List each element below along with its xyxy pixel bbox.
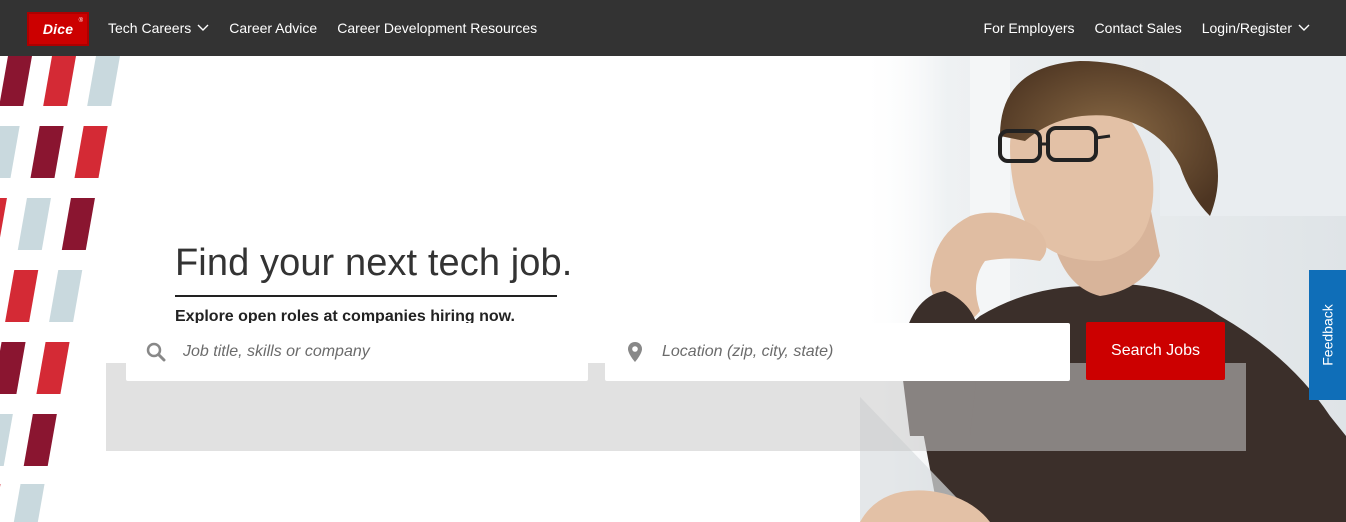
primary-nav: Tech Careers Career Advice Career Develo… [108, 0, 557, 56]
location-search-field[interactable] [605, 323, 1070, 381]
nav-login-register-label: Login/Register [1201, 20, 1292, 36]
hero-headline: Find your next tech job. [175, 242, 573, 284]
hero: Find your next tech job. Explore open ro… [0, 56, 1346, 522]
nav-career-development-resources[interactable]: Career Development Resources [337, 20, 537, 36]
nav-career-development-label: Career Development Resources [337, 20, 538, 36]
job-title-input[interactable] [183, 337, 563, 367]
job-search-field[interactable] [126, 323, 588, 381]
secondary-nav: For Employers Contact Sales Login/Regist… [964, 0, 1310, 56]
feedback-tab[interactable]: Feedback [1309, 270, 1346, 400]
location-input[interactable] [662, 337, 1042, 367]
nav-login-register[interactable]: Login/Register [1202, 20, 1310, 36]
top-navigation: Dice ® Tech Careers Career Advice Career… [0, 0, 1346, 56]
chevron-down-icon [1298, 24, 1310, 31]
search-jobs-button[interactable]: Search Jobs [1086, 322, 1225, 380]
nav-career-advice[interactable]: Career Advice [229, 20, 317, 36]
nav-tech-careers[interactable]: Tech Careers [108, 20, 209, 36]
nav-career-advice-label: Career Advice [229, 20, 318, 36]
headline-underline [175, 295, 557, 297]
registered-mark: ® [78, 18, 83, 24]
nav-tech-careers-label: Tech Careers [108, 20, 192, 36]
decorative-stripes [0, 56, 120, 522]
location-pin-icon [624, 341, 646, 363]
logo-text: Dice [42, 21, 74, 37]
nav-for-employers[interactable]: For Employers [984, 20, 1075, 36]
nav-contact-sales[interactable]: Contact Sales [1095, 20, 1182, 36]
nav-for-employers-label: For Employers [983, 20, 1075, 36]
search-icon [145, 341, 167, 363]
nav-contact-sales-label: Contact Sales [1094, 20, 1182, 36]
hero-photo [860, 56, 1346, 522]
chevron-down-icon [197, 24, 209, 31]
dice-logo[interactable]: Dice ® [27, 12, 89, 46]
feedback-label: Feedback [1319, 304, 1336, 366]
